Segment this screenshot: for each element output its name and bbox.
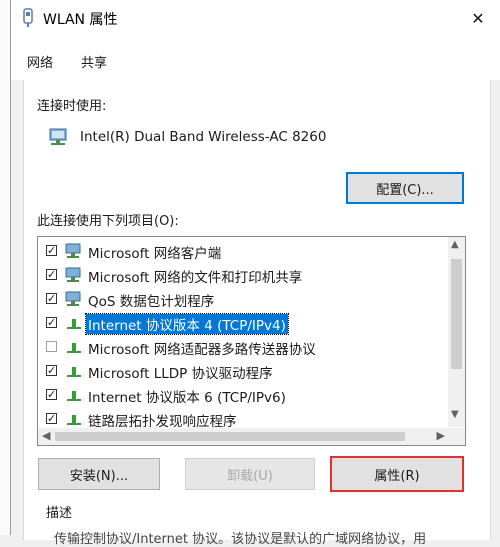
protocol-icon	[67, 367, 81, 377]
connect-using-label: 连接时使用:	[37, 99, 107, 114]
close-icon: ✕	[471, 8, 485, 28]
protocol-icon	[67, 319, 81, 329]
description-label: 描述	[46, 506, 73, 521]
network-client-icon	[65, 267, 81, 282]
wifi-adapter-icon	[23, 8, 33, 27]
checkbox[interactable]: ✓	[46, 365, 57, 376]
items-label: 此连接使用下列项目(O):	[37, 214, 179, 229]
checkbox[interactable]: ✓	[46, 413, 57, 424]
description-text: 传输控制协议/Internet 协议。该协议是默认的广域网络协议，用	[54, 532, 427, 547]
checkbox[interactable]: ✓	[46, 389, 57, 400]
list-item-label: Microsoft 网络适配器多路传送器协议	[88, 342, 316, 358]
tab-sharing[interactable]: 共享	[81, 52, 107, 71]
scroll-right-icon[interactable]: ▶	[437, 429, 445, 442]
list-item[interactable]: ✓ Microsoft LLDP 协议驱动程序	[38, 359, 448, 383]
list-item[interactable]: ✓ Internet 协议版本 6 (TCP/IPv6)	[38, 383, 448, 407]
horizontal-scrollbar[interactable]: ◀ ▶	[38, 428, 465, 445]
list-item-selected[interactable]: ✓ Internet 协议版本 4 (TCP/IPv4)	[38, 311, 448, 335]
checkbox[interactable]: ✓	[46, 317, 57, 328]
network-client-icon	[65, 243, 81, 258]
uninstall-button[interactable]: 卸载(U)	[185, 458, 315, 490]
list-item[interactable]: ✓ QoS 数据包计划程序	[38, 287, 448, 311]
adapter-name: Intel(R) Dual Band Wireless-AC 8260	[80, 129, 327, 145]
checkbox[interactable]	[46, 341, 57, 352]
list-item-label: Microsoft 网络客户端	[88, 246, 222, 262]
wlan-properties-dialog: WLAN 属性 ✕ 网络 共享 连接时使用: Intel(R) Dual Ban…	[10, 0, 500, 547]
list-item[interactable]: ✓ Microsoft 网络客户端	[38, 239, 448, 263]
list-item-label: Microsoft LLDP 协议驱动程序	[88, 366, 273, 382]
components-list[interactable]: ✓ Microsoft 网络客户端 ✓ Microsoft 网络的文件和打印机共…	[37, 236, 466, 446]
install-button[interactable]: 安装(N)...	[38, 458, 160, 490]
list-item[interactable]: ✓ Microsoft 网络的文件和打印机共享	[38, 263, 448, 287]
scroll-left-icon[interactable]: ◀	[42, 429, 50, 442]
protocol-icon	[67, 343, 81, 353]
checkbox[interactable]: ✓	[46, 245, 57, 256]
checkbox[interactable]: ✓	[46, 269, 57, 280]
list-item[interactable]: Microsoft 网络适配器多路传送器协议	[38, 335, 448, 359]
scroll-thumb[interactable]	[55, 432, 405, 441]
scroll-up-icon[interactable]: ▲	[451, 239, 459, 250]
list-item-label: Internet 协议版本 6 (TCP/IPv6)	[88, 390, 286, 406]
protocol-icon	[67, 415, 81, 425]
title-bar: WLAN 属性 ✕	[11, 0, 500, 36]
network-tab-panel: 连接时使用: Intel(R) Dual Band Wireless-AC 82…	[23, 80, 491, 547]
tab-strip: 网络 共享	[11, 36, 500, 80]
close-button[interactable]: ✕	[455, 0, 500, 36]
properties-button[interactable]: 属性(R)	[330, 456, 464, 492]
list-item-label: Internet 协议版本 4 (TCP/IPv4)	[85, 313, 289, 335]
list-item-label: 链路层拓扑发现响应程序	[88, 414, 237, 430]
tab-network[interactable]: 网络	[27, 52, 53, 71]
configure-button[interactable]: 配置(C)...	[346, 172, 464, 204]
scroll-thumb[interactable]	[451, 259, 462, 369]
list-item-label: QoS 数据包计划程序	[88, 294, 215, 310]
list-item-label: Microsoft 网络的文件和打印机共享	[88, 270, 303, 286]
scroll-down-icon[interactable]: ▼	[451, 409, 459, 420]
vertical-scrollbar[interactable]: ▲ ▼	[448, 237, 465, 427]
network-adapter-icon	[49, 128, 67, 145]
checkbox[interactable]: ✓	[46, 293, 57, 304]
network-client-icon	[65, 291, 81, 306]
adapter-row: Intel(R) Dual Band Wireless-AC 8260	[48, 128, 326, 146]
window-title: WLAN 属性	[43, 12, 118, 28]
protocol-icon	[67, 391, 81, 401]
